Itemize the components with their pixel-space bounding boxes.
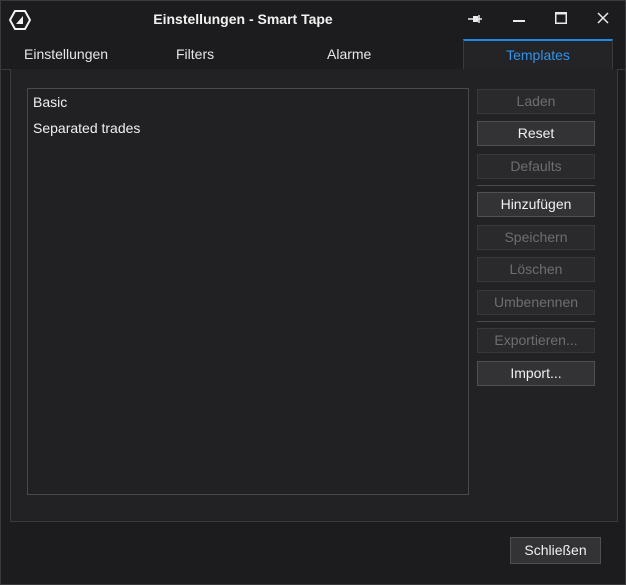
rename-button[interactable]: Umbenennen — [477, 290, 595, 315]
maximize-button[interactable] — [539, 1, 583, 37]
close-icon — [597, 11, 609, 27]
reset-button[interactable]: Reset — [477, 121, 595, 146]
tab-templates[interactable]: Templates — [463, 39, 613, 70]
defaults-button[interactable]: Defaults — [477, 154, 595, 179]
maximize-icon — [555, 11, 567, 27]
export-button[interactable]: Exportieren... — [477, 328, 595, 353]
close-button[interactable] — [581, 1, 625, 37]
load-button[interactable]: Laden — [477, 89, 595, 114]
delete-button[interactable]: Löschen — [477, 257, 595, 282]
tab-alarme[interactable]: Alarme — [327, 39, 371, 69]
tab-filters[interactable]: Filters — [176, 39, 214, 69]
tab-einstellungen[interactable]: Einstellungen — [24, 39, 108, 69]
add-button[interactable]: Hinzufügen — [477, 192, 595, 217]
list-item[interactable]: Separated trades — [28, 115, 468, 141]
import-button[interactable]: Import... — [477, 361, 595, 386]
title-bar[interactable]: Einstellungen - Smart Tape — [1, 1, 625, 37]
divider — [477, 321, 595, 322]
minimize-icon — [513, 11, 525, 27]
templates-panel: Basic Separated trades Laden Reset Defau… — [10, 69, 618, 522]
save-button[interactable]: Speichern — [477, 225, 595, 250]
list-item[interactable]: Basic — [28, 89, 468, 115]
window-title: Einstellungen - Smart Tape — [153, 11, 333, 27]
tab-bar: Einstellungen Filters Alarme Templates — [1, 39, 625, 70]
divider — [477, 185, 595, 186]
templates-list[interactable]: Basic Separated trades — [27, 88, 469, 495]
pin-icon — [467, 11, 483, 27]
pin-button[interactable] — [453, 1, 497, 37]
close-dialog-button[interactable]: Schließen — [510, 537, 601, 564]
minimize-button[interactable] — [497, 1, 541, 37]
settings-window: Einstellungen - Smart Tape Einstellungen… — [0, 0, 626, 585]
